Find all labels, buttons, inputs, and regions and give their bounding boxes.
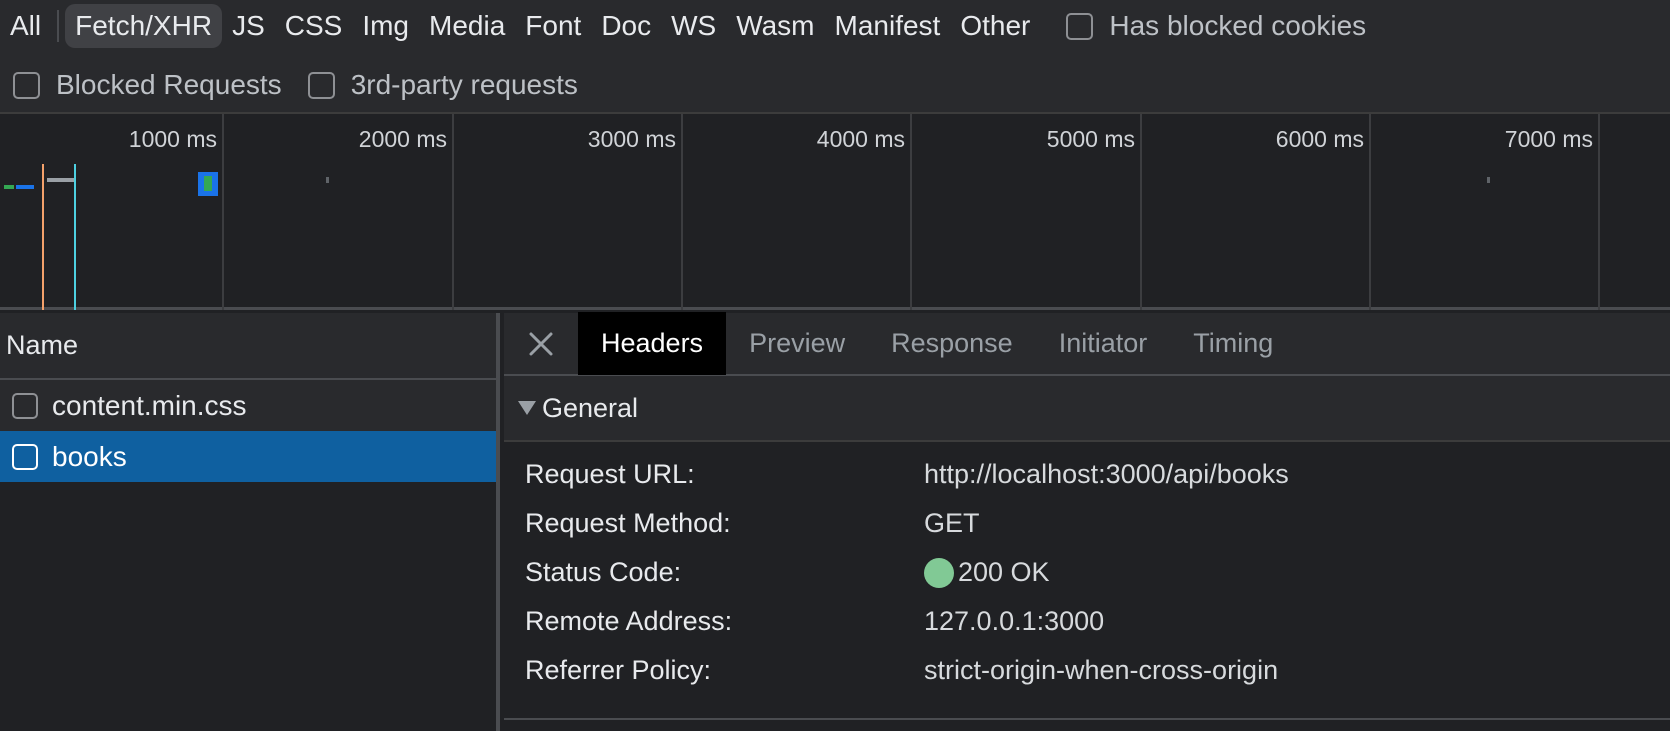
request-bar-waiting <box>16 185 34 189</box>
has-blocked-cookies-checkbox[interactable] <box>1066 12 1094 40</box>
filter-media[interactable]: Media <box>419 4 515 48</box>
filter-ws[interactable]: WS <box>661 4 726 48</box>
request-tick <box>326 177 329 183</box>
request-bar-books-download <box>204 176 212 191</box>
filter-font[interactable]: Font <box>515 4 591 48</box>
blocked-requests-checkbox[interactable] <box>13 71 40 99</box>
timeline-gridline <box>910 114 912 310</box>
filter-divider <box>57 10 60 42</box>
header-key: Referrer Policy: <box>525 655 712 685</box>
request-filters: Blocked Requests 3rd-party requests <box>0 62 578 108</box>
referrer-policy-value: strict-origin-when-cross-origin <box>924 655 1279 685</box>
close-icon <box>529 332 553 355</box>
timeline-label: 3000 ms <box>587 126 676 152</box>
timeline-label: 5000 ms <box>1046 126 1135 152</box>
request-method-row: Request Method: GET <box>504 499 1670 548</box>
filter-other[interactable]: Other <box>950 4 1040 48</box>
status-code-value: 200 OK <box>958 557 1050 587</box>
filter-img[interactable]: Img <box>352 4 419 48</box>
timeline-label: 6000 ms <box>1275 126 1364 152</box>
network-overview-timeline[interactable]: 1000 ms 2000 ms 3000 ms 4000 ms 5000 ms … <box>0 114 1670 310</box>
tab-timing[interactable]: Timing <box>1170 312 1296 375</box>
header-key: Remote Address: <box>525 606 733 636</box>
third-party-requests-toggle[interactable]: 3rd-party requests <box>307 69 578 101</box>
general-section-header[interactable]: General <box>504 376 1670 442</box>
filter-doc[interactable]: Doc <box>591 4 661 48</box>
third-party-requests-checkbox[interactable] <box>307 71 335 99</box>
timeline-gridline <box>1598 114 1600 310</box>
request-row[interactable]: content.min.css <box>0 380 496 431</box>
has-blocked-cookies-label: Has blocked cookies <box>1109 10 1367 41</box>
name-column-header[interactable]: Name <box>0 313 496 380</box>
header-key: Status Code: <box>525 557 682 587</box>
timeline-gridline <box>452 114 454 310</box>
remote-address-row: Remote Address: 127.0.0.1:3000 <box>504 597 1670 646</box>
request-tick <box>1487 177 1490 183</box>
status-code-row: Status Code: 200 OK <box>504 548 1670 597</box>
load-event-line <box>42 164 44 310</box>
tab-preview[interactable]: Preview <box>726 312 868 375</box>
filter-js[interactable]: JS <box>222 4 275 48</box>
filter-css[interactable]: CSS <box>275 4 353 48</box>
resource-type-filters: All Fetch/XHR JS CSS Img Media Font Doc … <box>0 3 1366 49</box>
filter-toolbar: All Fetch/XHR JS CSS Img Media Font Doc … <box>0 0 1670 114</box>
request-url-row: Request URL: http://localhost:3000/api/b… <box>504 450 1670 499</box>
header-key: Request Method: <box>525 508 731 538</box>
remote-address-value: 127.0.0.1:3000 <box>924 606 1105 636</box>
blocked-requests-label: Blocked Requests <box>56 69 282 100</box>
general-section-body: Request URL: http://localhost:3000/api/b… <box>504 442 1670 695</box>
close-details-button[interactable] <box>504 312 578 375</box>
timeline-gridline <box>1140 114 1142 310</box>
request-url-value: http://localhost:3000/api/books <box>924 459 1289 489</box>
third-party-requests-label: 3rd-party requests <box>350 69 578 100</box>
tab-headers[interactable]: Headers <box>578 312 727 375</box>
referrer-policy-row: Referrer Policy: strict-origin-when-cros… <box>504 646 1670 695</box>
tab-initiator[interactable]: Initiator <box>1036 312 1171 375</box>
dom-content-loaded-line <box>74 164 76 310</box>
request-details-panel: Headers Preview Response Initiator Timin… <box>504 312 1670 731</box>
timeline-label: 7000 ms <box>1504 126 1593 152</box>
has-blocked-cookies-toggle[interactable]: Has blocked cookies <box>1066 10 1366 42</box>
request-bar-download <box>4 185 14 189</box>
timeline-gridline <box>222 114 224 310</box>
request-list: Name content.min.css books <box>0 313 500 731</box>
status-dot-icon <box>924 557 954 588</box>
timeline-label: 1000 ms <box>128 126 217 152</box>
request-name: content.min.css <box>52 389 247 421</box>
filter-manifest[interactable]: Manifest <box>825 4 951 48</box>
details-tab-bar: Headers Preview Response Initiator Timin… <box>504 312 1670 376</box>
filter-fetch-xhr[interactable]: Fetch/XHR <box>65 4 223 48</box>
timeline-gridline <box>681 114 683 310</box>
timeline-label: 2000 ms <box>358 126 447 152</box>
request-bar-queued <box>47 178 75 182</box>
header-key: Request URL: <box>525 459 695 489</box>
request-type-icon <box>12 392 38 419</box>
request-row-selected[interactable]: books <box>0 431 496 482</box>
general-section-title: General <box>542 392 639 423</box>
status-code-value-wrap: 200 OK <box>924 557 1050 588</box>
tab-response[interactable]: Response <box>868 312 1036 375</box>
timeline-label: 4000 ms <box>816 126 905 152</box>
request-type-icon <box>12 443 38 470</box>
expand-triangle-icon <box>518 401 536 415</box>
timeline-gridline <box>1369 114 1371 310</box>
blocked-requests-toggle[interactable]: Blocked Requests <box>13 69 282 101</box>
filter-all[interactable]: All <box>0 4 51 48</box>
request-name: books <box>52 440 127 472</box>
section-divider <box>504 718 1670 720</box>
filter-wasm[interactable]: Wasm <box>726 4 824 48</box>
request-method-value: GET <box>924 508 980 538</box>
